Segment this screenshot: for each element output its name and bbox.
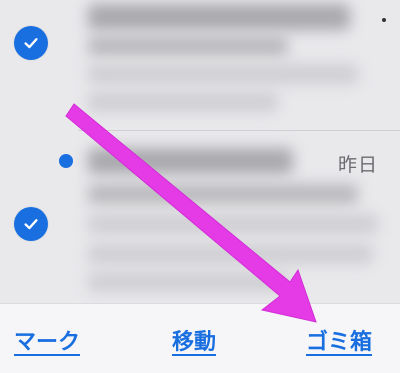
bottom-toolbar: マーク 移動 ゴミ箱: [0, 303, 400, 373]
obscured-preview-line: [88, 214, 378, 234]
mark-button[interactable]: マーク: [14, 324, 80, 356]
obscured-preview-line: [88, 272, 288, 292]
checkmark-circle-icon[interactable]: [14, 207, 48, 241]
unread-dot-icon: [59, 154, 73, 168]
mail-app: 昨日 マーク 移動 ゴミ箱: [0, 0, 400, 373]
obscured-sender: [88, 148, 293, 174]
message-row[interactable]: 昨日: [0, 0, 400, 292]
move-button[interactable]: 移動: [172, 324, 216, 356]
trash-button[interactable]: ゴミ箱: [306, 324, 372, 356]
message-date: 昨日: [337, 154, 378, 176]
obscured-preview-line: [88, 244, 373, 264]
obscured-subject: [88, 184, 358, 204]
